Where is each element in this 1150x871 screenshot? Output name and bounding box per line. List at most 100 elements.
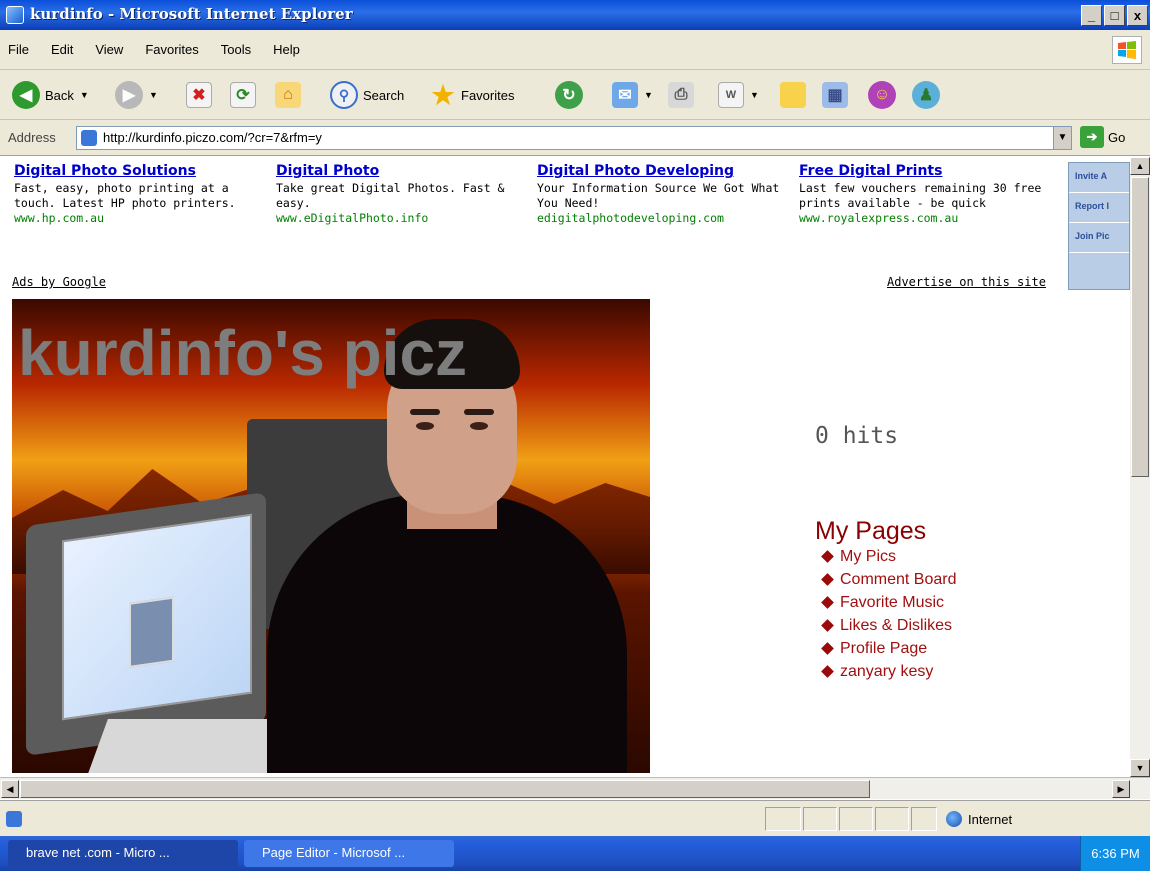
- status-cell: [803, 807, 837, 831]
- nav-item-zanyary-kesy[interactable]: zanyary kesy: [821, 660, 957, 683]
- ad-title-link[interactable]: Digital Photo Solutions: [14, 163, 269, 179]
- minimize-button[interactable]: _: [1081, 5, 1102, 26]
- window-controls: _ □ x: [1081, 5, 1148, 26]
- menu-edit[interactable]: Edit: [51, 42, 73, 57]
- nav-item-profile-page[interactable]: Profile Page: [821, 637, 957, 660]
- refresh-icon: ⟳: [230, 82, 256, 108]
- person-eye: [416, 422, 434, 430]
- security-zone: Internet: [940, 807, 1080, 831]
- nav-item-label: Likes & Dislikes: [840, 617, 953, 634]
- forward-button[interactable]: ▶ ▼: [115, 79, 158, 111]
- messenger-button[interactable]: ☺: [868, 79, 896, 111]
- dropdown-arrow-icon: ▼: [644, 90, 653, 100]
- invite-link[interactable]: Invite A: [1069, 163, 1129, 193]
- diamond-bullet-icon: [821, 619, 834, 632]
- window-title: kurdinfo - Microsoft Internet Explorer: [30, 5, 353, 23]
- close-button[interactable]: x: [1127, 5, 1148, 26]
- zone-label: Internet: [968, 811, 1013, 827]
- menu-favorites[interactable]: Favorites: [145, 42, 198, 57]
- ad-item: Digital Photo Developing Your Informatio…: [537, 163, 792, 226]
- ad-title-link[interactable]: Digital Photo: [276, 163, 531, 179]
- taskbar: brave net .com - Micro ... Page Editor -…: [0, 836, 1150, 871]
- scroll-left-arrow-icon[interactable]: ◀: [1, 780, 19, 798]
- google-ads: Digital Photo Solutions Fast, easy, phot…: [14, 163, 1064, 293]
- back-button[interactable]: ◀ Back ▼: [12, 79, 89, 111]
- nav-item-favorite-music[interactable]: Favorite Music: [821, 591, 957, 614]
- nav-item-comment-board[interactable]: Comment Board: [821, 568, 957, 591]
- favorites-label: Favorites: [461, 87, 515, 103]
- research-button[interactable]: ▦: [822, 79, 848, 111]
- home-icon: ⌂: [275, 82, 301, 108]
- person-brow: [464, 409, 494, 415]
- menu-help[interactable]: Help: [273, 42, 300, 57]
- scroll-up-arrow-icon[interactable]: ▲: [1130, 157, 1150, 175]
- edit-button[interactable]: W ▼: [718, 79, 759, 111]
- history-icon: ↻: [555, 81, 583, 109]
- messenger-icon: ☺: [868, 81, 896, 109]
- back-label: Back: [45, 87, 74, 103]
- status-cell: [911, 807, 937, 831]
- person-body: [267, 494, 627, 773]
- status-cell: [875, 807, 909, 831]
- scroll-right-arrow-icon[interactable]: ▶: [1112, 780, 1130, 798]
- taskbar-button[interactable]: Page Editor - Microsof ...: [244, 840, 454, 867]
- vertical-scrollbar[interactable]: ▲ ▼: [1130, 157, 1150, 777]
- taskbar-button[interactable]: brave net .com - Micro ...: [8, 840, 238, 867]
- ad-description: Last few vouchers remaining 30 free prin…: [799, 181, 1042, 210]
- menu-tools[interactable]: Tools: [221, 42, 251, 57]
- home-button[interactable]: ⌂: [275, 79, 301, 111]
- diamond-bullet-icon: [821, 596, 834, 609]
- ad-description: Take great Digital Photos. Fast & easy.: [276, 181, 505, 210]
- nav-item-label: My Pics: [840, 548, 896, 565]
- maximize-button[interactable]: □: [1104, 5, 1125, 26]
- person-eye: [470, 422, 488, 430]
- ad-title-link[interactable]: Free Digital Prints: [799, 163, 1054, 179]
- join-link[interactable]: Join Pic: [1069, 223, 1129, 253]
- advertise-link[interactable]: Advertise on this site: [887, 275, 1046, 289]
- dropdown-arrow-icon: ▼: [149, 90, 158, 100]
- mail-button[interactable]: ✉ ▼: [612, 79, 653, 111]
- printer-icon: ⎙: [668, 82, 694, 108]
- scroll-down-arrow-icon[interactable]: ▼: [1130, 759, 1150, 777]
- diamond-bullet-icon: [821, 573, 834, 586]
- refresh-button[interactable]: ⟳: [230, 79, 256, 111]
- history-button[interactable]: ↻: [555, 79, 583, 111]
- ad-url[interactable]: edigitalphotodeveloping.com: [537, 211, 792, 226]
- menu-view[interactable]: View: [95, 42, 123, 57]
- ad-url[interactable]: www.royalexpress.com.au: [799, 211, 1054, 226]
- nav-item-label: Profile Page: [840, 640, 928, 657]
- ad-title-link[interactable]: Digital Photo Developing: [537, 163, 792, 179]
- buddy-button[interactable]: ♟: [912, 79, 940, 111]
- site-headline: kurdinfo's picz: [18, 317, 468, 389]
- menu-file[interactable]: File: [8, 42, 29, 57]
- nav-item-my-pics[interactable]: My Pics: [821, 545, 957, 568]
- hit-counter: 0 hits: [815, 423, 899, 449]
- my-pages-nav: My Pages My Pics Comment Board Favorite …: [815, 517, 957, 683]
- forward-arrow-icon: ▶: [115, 81, 143, 109]
- print-button[interactable]: ⎙: [668, 79, 694, 111]
- vertical-scroll-thumb[interactable]: [1131, 177, 1149, 477]
- discuss-button[interactable]: [780, 79, 806, 111]
- nav-item-likes-dislikes[interactable]: Likes & Dislikes: [821, 614, 957, 637]
- globe-icon: [946, 811, 962, 827]
- horizontal-scroll-thumb[interactable]: [20, 780, 870, 798]
- nav-item-label: Comment Board: [840, 571, 957, 588]
- favorites-button[interactable]: ★ Favorites: [430, 79, 514, 111]
- page-status-icon: [6, 811, 22, 827]
- address-input[interactable]: http://kurdinfo.piczo.com/?cr=7&rfm=y ▼: [76, 126, 1072, 150]
- go-button[interactable]: ➔ Go: [1080, 126, 1125, 148]
- horizontal-scrollbar[interactable]: ◀ ▶: [0, 777, 1150, 799]
- ads-by-google-link[interactable]: Ads by Google: [12, 275, 106, 289]
- stop-button[interactable]: ✖: [186, 79, 212, 111]
- ad-url[interactable]: www.hp.com.au: [14, 211, 269, 226]
- nav-item-label: zanyary kesy: [840, 663, 934, 680]
- address-url: http://kurdinfo.piczo.com/?cr=7&rfm=y: [103, 130, 322, 145]
- windows-logo-icon: [1112, 36, 1142, 64]
- monitor-screen: [62, 513, 252, 721]
- search-button[interactable]: ⚲ Search: [330, 79, 404, 111]
- address-dropdown-button[interactable]: ▼: [1053, 127, 1071, 149]
- report-link[interactable]: Report I: [1069, 193, 1129, 223]
- page-viewport: Digital Photo Solutions Fast, easy, phot…: [0, 157, 1130, 777]
- ad-url[interactable]: www.eDigitalPhoto.info: [276, 211, 531, 226]
- star-icon: ★: [431, 79, 455, 110]
